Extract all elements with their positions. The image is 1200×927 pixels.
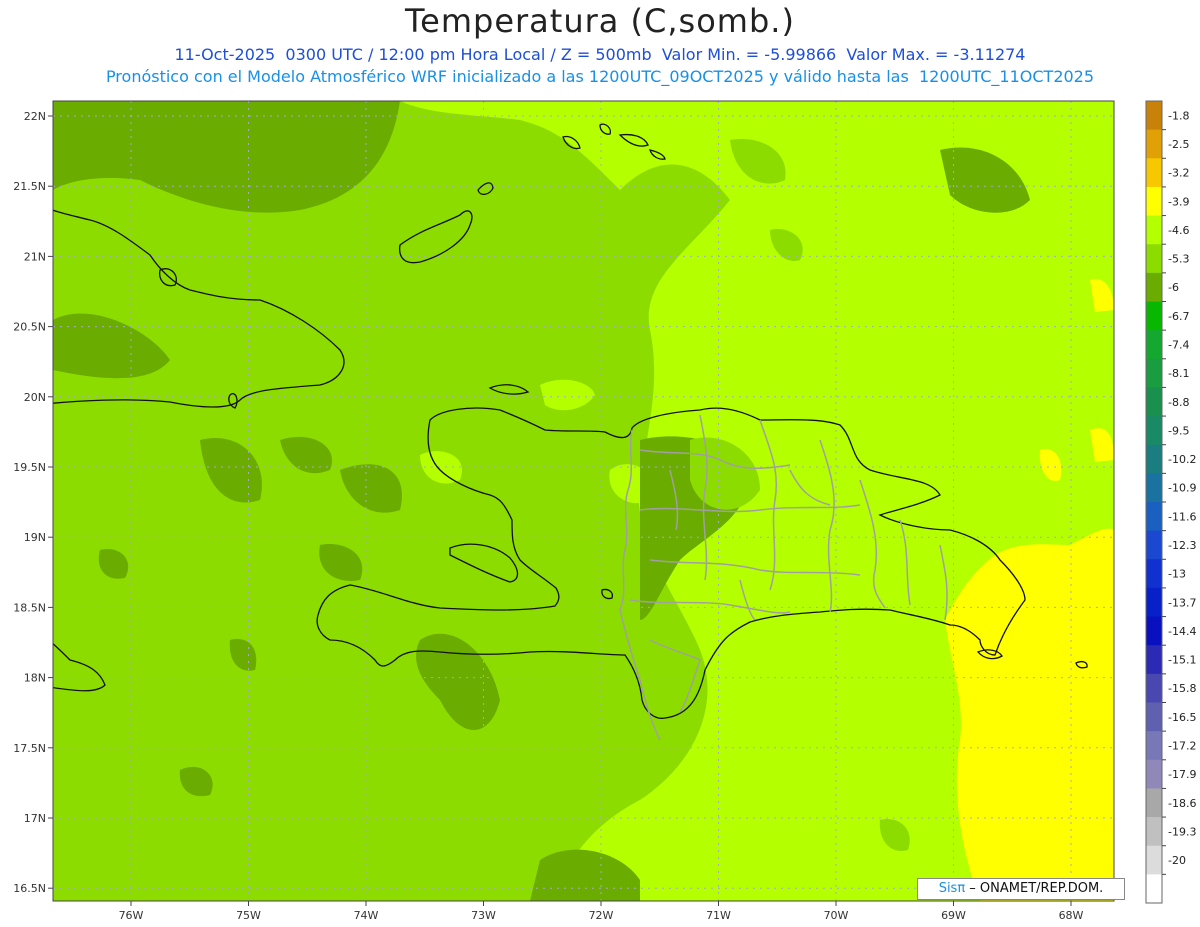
lat-tick-label: 17.5N (13, 742, 46, 755)
colorbar-label: -19.3 (1168, 825, 1196, 838)
colorbar-label: -12.3 (1168, 539, 1196, 552)
colorbar-label: -17.2 (1168, 739, 1196, 752)
colorbar-swatch (1146, 673, 1162, 703)
lon-tick-label: 71W (706, 909, 731, 922)
lon-tick-label: 70W (824, 909, 849, 922)
colorbar-label: -20 (1168, 854, 1186, 867)
colorbar-swatch (1146, 788, 1162, 818)
colorbar-label: -13 (1168, 568, 1186, 581)
colorbar-swatch (1146, 874, 1162, 904)
lon-tick-label: 69W (941, 909, 966, 922)
colorbar-label: -18.6 (1168, 797, 1196, 810)
colorbar-swatch (1146, 330, 1162, 360)
colorbar-label: -13.7 (1168, 596, 1196, 609)
colorbar-label: -14.4 (1168, 625, 1196, 638)
colorbar-swatch (1146, 129, 1162, 159)
colorbar-swatch (1146, 186, 1162, 217)
colorbar-label: -16.5 (1168, 711, 1196, 724)
lat-tick-label: 22N (24, 110, 46, 123)
credit-text: – ONAMET/REP.DOM. (965, 881, 1104, 896)
colorbar-label: -8.8 (1168, 396, 1189, 409)
colorbar-label: -2.5 (1168, 138, 1189, 151)
colorbar-label: -8.1 (1168, 367, 1189, 380)
temperature-map: 22N 21.5N 21N 20.5N 20N 19.5N 19N 18.5N 18N 17.5N… (13, 100, 1196, 922)
colorbar-swatch (1146, 244, 1162, 274)
lon-tick-label: 68W (1059, 909, 1084, 922)
colorbar-swatch (1146, 387, 1162, 417)
colorbar-label: -15.8 (1168, 682, 1196, 695)
lat-tick-label: 16.5N (13, 882, 46, 895)
credit-brand: Sisπ (938, 881, 966, 896)
lat-tick-label: 21N (24, 250, 46, 263)
colorbar-swatch (1146, 530, 1162, 560)
colorbar-swatch (1146, 158, 1162, 188)
lat-tick-label: 19N (24, 531, 46, 544)
lon-tick-label: 76W (119, 909, 144, 922)
colorbar-swatch (1146, 215, 1162, 245)
lat-tick-label: 18N (24, 672, 46, 685)
colorbar-swatch (1146, 645, 1162, 675)
colorbar-label: -6.7 (1168, 310, 1189, 323)
colorbar-swatch (1146, 416, 1162, 446)
colorbar-label: -7.4 (1168, 338, 1189, 351)
colorbar-swatch (1146, 272, 1162, 302)
colorbar-swatch (1146, 845, 1162, 875)
colorbar-label: -3.2 (1168, 167, 1189, 180)
colorbar-label: -15.1 (1168, 654, 1196, 667)
colorbar-swatch (1146, 587, 1162, 618)
colorbar-label: -10.2 (1168, 453, 1196, 466)
lon-tick-label: 73W (471, 909, 496, 922)
colorbar-swatch (1146, 616, 1162, 646)
credit-box: Sisπ – ONAMET/REP.DOM. (917, 878, 1125, 900)
colorbar-label: -10.9 (1168, 482, 1196, 495)
lat-tick-label: 20N (24, 391, 46, 404)
colorbar-swatch (1146, 101, 1162, 131)
lat-tick-label: 20.5N (13, 321, 46, 334)
colorbar: -1.8 -2.5 -3.2 -3.9 -4.6 -5.3 -6 -6.7 -7.4 -8.1 -8… (1145, 100, 1196, 904)
colorbar-label: -5.3 (1168, 253, 1189, 266)
colorbar-swatch (1146, 502, 1162, 532)
temperature-field (53, 101, 1114, 901)
longitude-axis: 76W 75W 74W 73W 72W 71W 70W 69W 68W (119, 901, 1084, 922)
colorbar-swatch (1146, 702, 1162, 732)
field-band-hottest (945, 528, 1114, 901)
colorbar-swatch (1146, 817, 1162, 847)
colorbar-label: -17.9 (1168, 768, 1196, 781)
colorbar-label: -6 (1168, 281, 1179, 294)
colorbar-swatch (1146, 759, 1162, 789)
colorbar-swatch (1146, 559, 1162, 589)
colorbar-swatch (1146, 731, 1162, 761)
colorbar-label: -11.6 (1168, 510, 1196, 523)
lon-tick-label: 74W (354, 909, 379, 922)
colorbar-label: -9.5 (1168, 424, 1189, 437)
colorbar-label: -3.9 (1168, 195, 1189, 208)
lat-tick-label: 21.5N (13, 180, 46, 193)
colorbar-swatch (1146, 473, 1162, 503)
colorbar-swatch (1146, 444, 1162, 474)
colorbar-swatch (1146, 358, 1162, 388)
lon-tick-label: 72W (589, 909, 614, 922)
lat-tick-label: 17N (24, 812, 46, 825)
latitude-axis: 22N 21.5N 21N 20.5N 20N 19.5N 19N 18.5N 18N 17.5N… (13, 110, 53, 895)
lon-tick-label: 75W (236, 909, 261, 922)
colorbar-swatch (1146, 301, 1162, 331)
colorbar-label: -1.8 (1168, 109, 1189, 122)
lat-tick-label: 18.5N (13, 601, 46, 614)
lat-tick-label: 19.5N (13, 461, 46, 474)
colorbar-label: -4.6 (1168, 224, 1189, 237)
